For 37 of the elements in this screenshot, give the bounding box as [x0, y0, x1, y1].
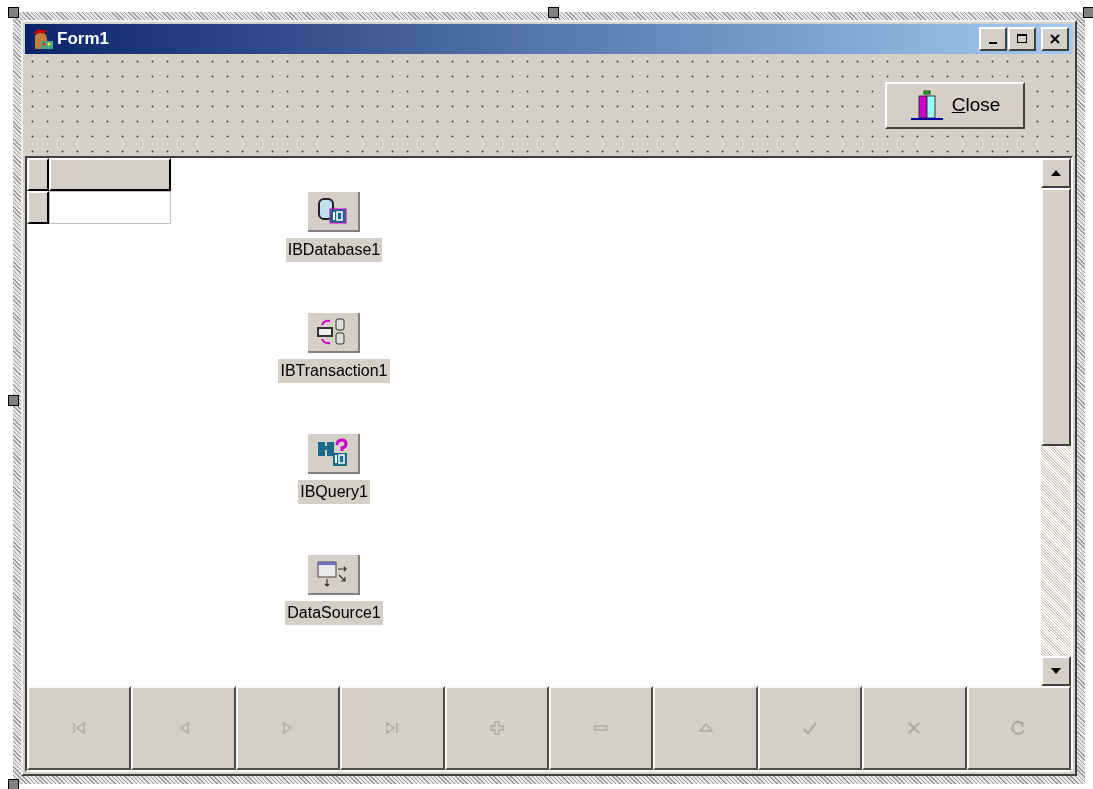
maximize-icon — [1016, 33, 1028, 45]
door-icon — [909, 88, 944, 122]
last-icon — [384, 720, 401, 736]
component-label: IBDatabase1 — [285, 238, 383, 262]
resize-handle[interactable] — [1083, 7, 1093, 18]
component-label: IBQuery1 — [298, 480, 370, 504]
query-component[interactable] — [308, 434, 360, 474]
close-button[interactable]: Close — [885, 81, 1025, 129]
cancel-icon — [906, 720, 923, 736]
refresh-icon — [1010, 720, 1027, 736]
resize-handle[interactable] — [8, 7, 19, 18]
grid-cell[interactable] — [49, 191, 171, 224]
datasource-component[interactable] — [308, 555, 360, 595]
close-button[interactable] — [1041, 27, 1069, 51]
component-label: IBTransaction1 — [278, 359, 390, 383]
up-arrow-icon — [1050, 169, 1062, 177]
scroll-up-button[interactable] — [1041, 158, 1071, 188]
insert-icon — [488, 720, 505, 736]
close-icon — [1049, 33, 1061, 45]
window-title: Form1 — [57, 28, 109, 51]
first-icon — [71, 720, 88, 736]
maximize-button[interactable] — [1008, 27, 1036, 51]
database-icon — [316, 196, 350, 226]
scroll-down-button[interactable] — [1041, 656, 1071, 686]
resize-handle[interactable] — [8, 395, 19, 406]
scroll-thumb[interactable] — [1041, 188, 1071, 446]
down-arrow-icon — [1050, 667, 1062, 675]
minimize-button[interactable] — [979, 27, 1007, 51]
minimize-icon — [989, 41, 997, 44]
resize-handle[interactable] — [8, 779, 19, 789]
transaction-component[interactable] — [308, 313, 360, 353]
grid-corner-cell — [27, 158, 49, 191]
post-icon — [802, 720, 819, 736]
resize-handle[interactable] — [548, 7, 559, 18]
component-label: DataSource1 — [285, 601, 383, 625]
database-component[interactable] — [308, 192, 360, 232]
binoculars-icon — [316, 438, 350, 468]
